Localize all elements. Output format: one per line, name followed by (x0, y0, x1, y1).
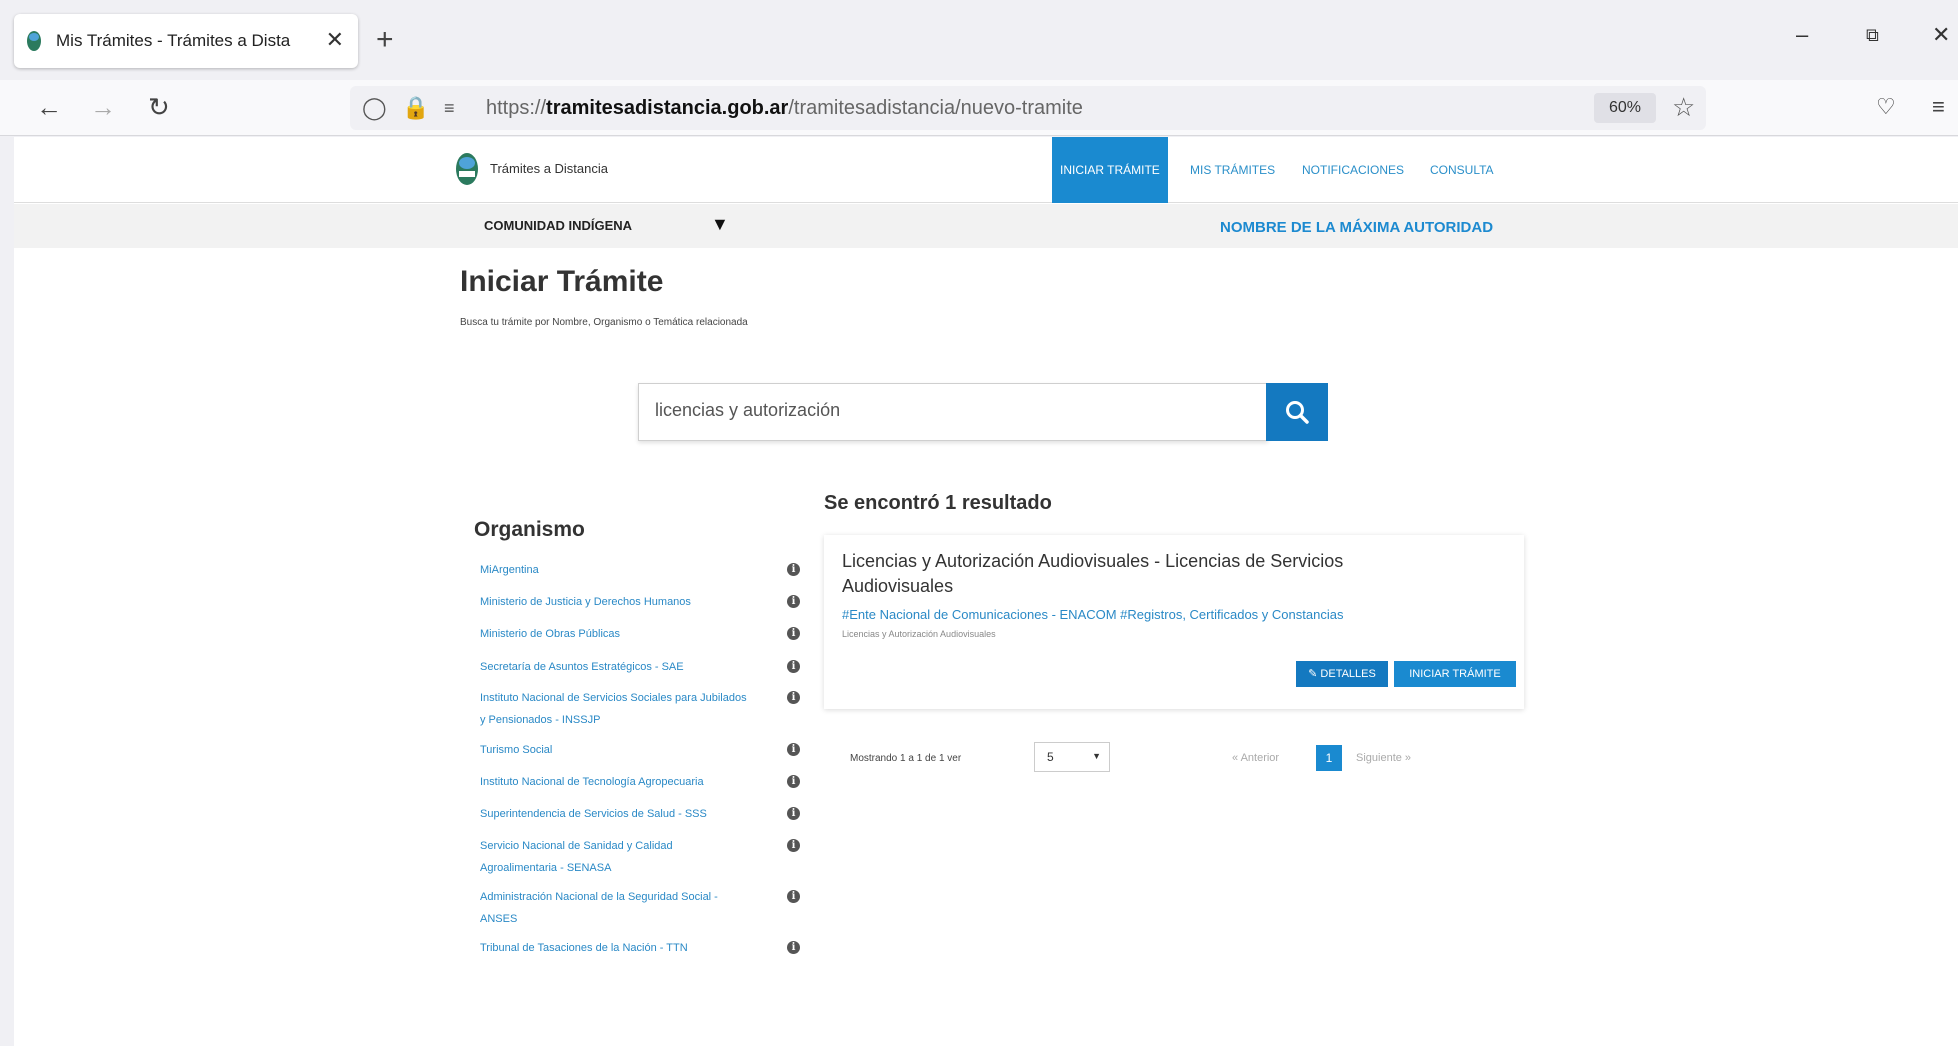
menu-icon[interactable]: ≡ (1932, 92, 1945, 122)
pagination-current-page[interactable]: 1 (1316, 745, 1342, 771)
restore-icon[interactable]: ⧉ (1866, 20, 1879, 50)
pocket-icon[interactable]: ♡ (1876, 92, 1896, 122)
nav-notificaciones[interactable]: NOTIFICACIONES (1302, 137, 1404, 203)
organismo-link[interactable]: Instituto Nacional de Tecnología Agropec… (480, 771, 750, 793)
info-icon[interactable]: i (787, 743, 800, 756)
url-text[interactable]: https://tramitesadistancia.gob.ar/tramit… (486, 97, 1083, 120)
info-icon[interactable]: i (787, 890, 800, 903)
lock-icon[interactable]: 🔒 (402, 94, 429, 122)
site-logo[interactable]: Trámites a Distancia (454, 149, 608, 187)
info-icon[interactable]: i (787, 807, 800, 820)
nav-mis-tramites[interactable]: MIS TRÁMITES (1190, 137, 1275, 203)
argentina-shield-icon (456, 153, 478, 185)
info-icon[interactable]: i (787, 775, 800, 788)
organismo-link[interactable]: Turismo Social (480, 739, 750, 761)
info-icon[interactable]: i (787, 563, 800, 576)
organismo-link[interactable]: MiArgentina (480, 559, 750, 581)
shield-icon[interactable]: ◯ (362, 94, 387, 122)
start-procedure-button[interactable]: INICIAR TRÁMITE (1394, 661, 1516, 687)
minimize-icon[interactable]: – (1796, 20, 1808, 50)
search-icon (1286, 401, 1309, 424)
tab-title: Mis Trámites - Trámites a Dista (56, 31, 291, 50)
forward-icon[interactable]: → (90, 92, 116, 122)
organismo-link[interactable]: Administración Nacional de la Seguridad … (480, 886, 750, 930)
pagination-info: Mostrando 1 a 1 de 1 ver (850, 753, 962, 764)
logo-text: Trámites a Distancia (490, 160, 608, 176)
browser-navbar: ← → ↻ ◯ 🔒 ≡ https://tramitesadistancia.g… (0, 80, 1958, 136)
page-subtitle: Busca tu trámite por Nombre, Organismo o… (460, 317, 748, 328)
organismo-link[interactable]: Tribunal de Tasaciones de la Nación - TT… (480, 937, 750, 959)
nav-iniciar-tramite[interactable]: INICIAR TRÁMITE (1052, 137, 1168, 203)
permissions-icon[interactable]: ≡ (444, 94, 455, 122)
organismo-link[interactable]: Ministerio de Obras Públicas (480, 623, 750, 645)
new-tab-button[interactable]: + (376, 24, 394, 56)
dropdown-caret-icon[interactable]: ▼ (711, 214, 729, 235)
page-viewport: Trámites a Distancia INICIAR TRÁMITE MIS… (14, 137, 1958, 1046)
argentina-shield-icon (27, 31, 41, 51)
organismo-link[interactable]: Instituto Nacional de Servicios Sociales… (480, 687, 750, 731)
result-card: Licencias y Autorización Audiovisuales -… (824, 535, 1524, 709)
tab-close-icon[interactable]: ✕ (326, 28, 344, 52)
bookmark-star-icon[interactable]: ☆ (1672, 92, 1695, 122)
organismo-link[interactable]: Servicio Nacional de Sanidad y Calidad A… (480, 835, 750, 879)
results-title: Se encontró 1 resultado (824, 492, 1052, 514)
result-category: Licencias y Autorización Audiovisuales (842, 629, 996, 639)
back-icon[interactable]: ← (36, 92, 62, 122)
info-icon[interactable]: i (787, 839, 800, 852)
info-icon[interactable]: i (787, 595, 800, 608)
info-icon[interactable]: i (787, 627, 800, 640)
info-icon[interactable]: i (787, 660, 800, 673)
site-header: Trámites a Distancia INICIAR TRÁMITE MIS… (14, 137, 1958, 203)
reload-icon[interactable]: ↻ (148, 92, 170, 122)
organismo-title: Organismo (474, 518, 585, 541)
organismo-link[interactable]: Superintendencia de Servicios de Salud -… (480, 803, 750, 825)
organismo-link[interactable]: Ministerio de Justicia y Derechos Humano… (480, 591, 750, 613)
address-bar[interactable]: ◯ 🔒 ≡ https://tramitesadistancia.gob.ar/… (350, 86, 1706, 130)
subheader-bar: COMUNIDAD INDÍGENA ▼ NOMBRE DE LA MÁXIMA… (14, 204, 1958, 248)
chevron-down-icon: ▼ (1092, 751, 1101, 761)
zoom-level-badge[interactable]: 60% (1594, 93, 1656, 123)
page-title: Iniciar Trámite (460, 265, 664, 298)
community-selector[interactable]: COMUNIDAD INDÍGENA (484, 218, 632, 233)
page-size-value: 5 (1047, 750, 1054, 764)
details-button[interactable]: ✎ DETALLES (1296, 661, 1388, 687)
pagination-next[interactable]: Siguiente » (1356, 752, 1411, 764)
pagination-previous[interactable]: « Anterior (1232, 752, 1279, 764)
page-size-select[interactable]: 5 ▼ (1034, 742, 1110, 772)
info-icon[interactable]: i (787, 941, 800, 954)
info-icon[interactable]: i (787, 691, 800, 704)
search-button[interactable] (1266, 383, 1328, 441)
search-input-value[interactable]: licencias y autorización (655, 400, 840, 421)
result-tags[interactable]: #Ente Nacional de Comunicaciones - ENACO… (842, 607, 1343, 622)
search-input[interactable]: licencias y autorización (638, 383, 1268, 441)
browser-tabbar: Mis Trámites - Trámites a Dista ✕ + – ⧉ … (0, 0, 1958, 80)
authority-link[interactable]: NOMBRE DE LA MÁXIMA AUTORIDAD (1220, 219, 1493, 236)
close-window-icon[interactable]: ✕ (1932, 20, 1950, 50)
nav-consulta[interactable]: CONSULTA (1430, 137, 1494, 203)
organismo-link[interactable]: Secretaría de Asuntos Estratégicos - SAE (480, 656, 750, 678)
browser-tab[interactable]: Mis Trámites - Trámites a Dista ✕ (14, 14, 358, 68)
result-title[interactable]: Licencias y Autorización Audiovisuales -… (842, 549, 1402, 599)
